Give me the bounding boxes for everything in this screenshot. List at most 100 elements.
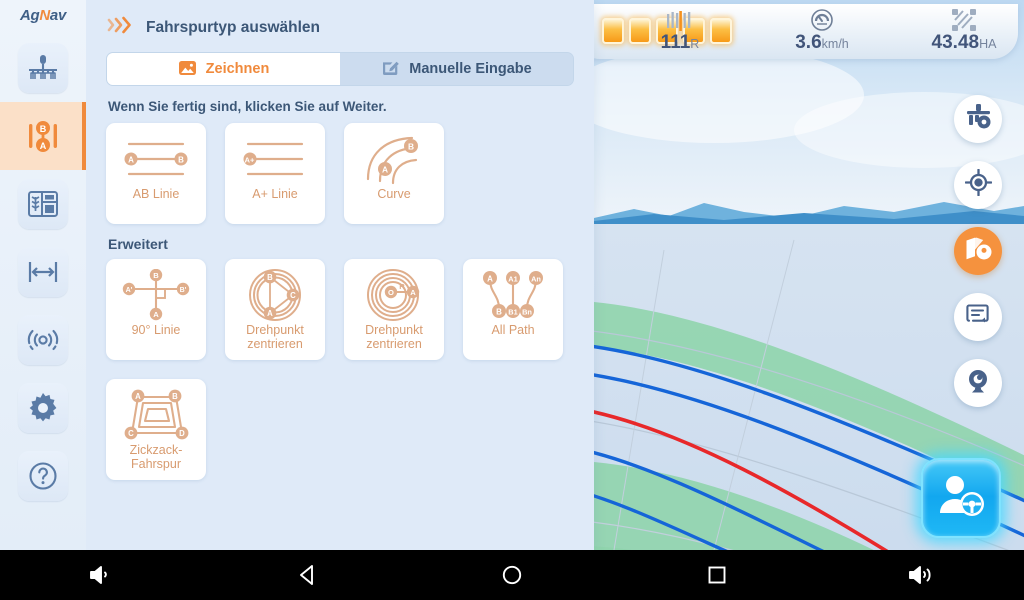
svg-text:B: B (178, 155, 184, 164)
ab-line-pattern-icon: A B (117, 131, 195, 187)
svg-text:R: R (399, 282, 405, 291)
pattern-card-label: All Path (491, 323, 535, 337)
svg-text:A: A (153, 310, 159, 319)
svg-text:A1: A1 (508, 274, 517, 283)
map-button-camera[interactable] (954, 359, 1002, 407)
gear-icon (18, 383, 68, 433)
pattern-card-curve[interactable]: B A Curve (344, 123, 444, 224)
svg-text:B': B' (180, 287, 187, 294)
sidebar-item-settings[interactable] (0, 374, 86, 442)
map-button-rail (954, 95, 1002, 407)
pattern-card-ab-linie[interactable]: A B AB Linie (106, 123, 206, 224)
sidebar-item-signal[interactable] (0, 306, 86, 374)
pattern-card-zickzack-fahrspur[interactable]: A B C D Zickzack-Fahrspur (106, 379, 206, 480)
ninety-degree-line-pattern-icon: B A A' B' (118, 267, 194, 323)
pattern-card-all-path[interactable]: A A1 An B B1 Bn All Path (463, 259, 563, 360)
svg-text:A: A (267, 309, 273, 318)
svg-text:A: A (40, 141, 47, 151)
map-button-machine-settings[interactable] (954, 95, 1002, 143)
tab-zeichnen[interactable]: Zeichnen (107, 53, 340, 85)
machine-settings-icon (965, 103, 992, 135)
sidebar-item-width[interactable] (0, 238, 86, 306)
android-navigation-bar (0, 550, 1024, 600)
svg-text:A: A (128, 155, 134, 164)
note-refresh-icon (965, 302, 991, 332)
driver-steering-icon (936, 473, 986, 524)
curve-pattern-icon: B A (362, 131, 426, 187)
volume-up-button[interactable] (887, 550, 957, 600)
sprayer-boom-icon (18, 43, 68, 93)
svg-text:An: An (531, 274, 541, 283)
svg-text:A: A (487, 274, 493, 283)
chevrons-right-icon (106, 16, 132, 39)
svg-text:C: C (128, 429, 134, 438)
advanced-pattern-grid: B A A' B' 90° Linie B A C Drehpunkt zent… (106, 259, 576, 360)
pattern-card-label: A+ Linie (252, 187, 298, 201)
tab-zeichnen-label: Zeichnen (205, 61, 270, 77)
svg-text:B1: B1 (508, 307, 517, 316)
pattern-card-label: Drehpunkt zentrieren (246, 323, 304, 351)
brand-part-3: av (49, 7, 67, 24)
help-icon (18, 451, 68, 501)
guidance-panel: Fahrspurtyp auswählen Zeichnen Manuelle … (86, 0, 594, 550)
svg-text:B: B (496, 307, 502, 316)
pattern-card-label: Drehpunkt zentrieren (365, 323, 423, 351)
input-mode-tabs: Zeichnen Manuelle Eingabe (106, 52, 574, 86)
advanced-pattern-grid-row2: A B C D Zickzack-Fahrspur (106, 379, 576, 480)
pattern-card-label: 90° Linie (131, 323, 181, 337)
svg-text:A: A (135, 392, 141, 401)
svg-text:D: D (179, 429, 185, 438)
sidebar-item-machine[interactable] (0, 34, 86, 102)
panel-hint: Wenn Sie fertig sind, klicken Sie auf We… (108, 99, 387, 114)
pattern-card-90-grad-linie[interactable]: B A A' B' 90° Linie (106, 259, 206, 360)
page-title: Fahrspurtyp auswählen (146, 18, 320, 36)
sidebar-item-field[interactable] (0, 170, 86, 238)
volume-down-button[interactable] (67, 550, 137, 600)
svg-text:C: C (290, 291, 296, 300)
pattern-card-label: Curve (377, 187, 411, 201)
panel-header: Fahrspurtyp auswählen (106, 16, 576, 39)
map-view[interactable]: 111R 3.6km/h 43.48HA (594, 0, 1024, 550)
pivot-center-triangle-pattern-icon: B A C (247, 267, 303, 323)
tab-manuelle-eingabe[interactable]: Manuelle Eingabe (340, 53, 573, 85)
sidebar: AgNav B A (0, 0, 86, 550)
svg-text:A': A' (126, 287, 133, 294)
brand-logo: AgNav (20, 7, 66, 24)
svg-text:O: O (388, 288, 394, 297)
svg-text:B: B (40, 124, 47, 134)
svg-text:A: A (410, 288, 416, 297)
ab-line-icon: B A (18, 111, 68, 161)
pivot-center-radius-pattern-icon: O A R (366, 267, 422, 323)
pencil-edit-icon (381, 58, 400, 80)
svg-text:B: B (172, 392, 178, 401)
brand-part-2: N (39, 7, 50, 24)
brand-part-1: Ag (19, 7, 40, 24)
advanced-section-title: Erweitert (108, 236, 168, 252)
crosshair-locate-icon (964, 168, 992, 201)
svg-text:Bn: Bn (522, 307, 532, 316)
map-button-map-layers[interactable] (954, 227, 1002, 275)
app-root: AgNav B A Fahrspurtyp auswählen Zeichnen… (0, 0, 1024, 550)
svg-text:A: A (382, 165, 388, 175)
recents-button[interactable] (682, 550, 752, 600)
home-button[interactable] (477, 550, 547, 600)
pattern-card-drehpunkt-zentrieren-triangle[interactable]: B A C Drehpunkt zentrieren (225, 259, 325, 360)
pattern-card-drehpunkt-zentrieren-radius[interactable]: O A R Drehpunkt zentrieren (344, 259, 444, 360)
svg-text:A+: A+ (245, 155, 255, 164)
map-button-locate[interactable] (954, 161, 1002, 209)
svg-text:B: B (153, 271, 159, 280)
pattern-card-label: AB Linie (132, 187, 180, 201)
pattern-card-a-plus-linie[interactable]: A+ A+ Linie (225, 123, 325, 224)
svg-text:B: B (267, 273, 273, 282)
driver-mode-button[interactable] (921, 458, 1001, 538)
swath-width-icon (18, 247, 68, 297)
a-plus-line-pattern-icon: A+ (236, 131, 314, 187)
tab-manuelle-eingabe-label: Manuelle Eingabe (409, 61, 532, 77)
map-button-notes[interactable] (954, 293, 1002, 341)
basic-pattern-grid: A B AB Linie A+ A+ Linie B A Curve (106, 123, 576, 224)
sidebar-item-help[interactable] (0, 442, 86, 510)
map-pin-layer-icon (965, 236, 992, 266)
back-button[interactable] (272, 550, 342, 600)
signal-icon (18, 315, 68, 365)
sidebar-item-guidance[interactable]: B A (0, 102, 86, 170)
